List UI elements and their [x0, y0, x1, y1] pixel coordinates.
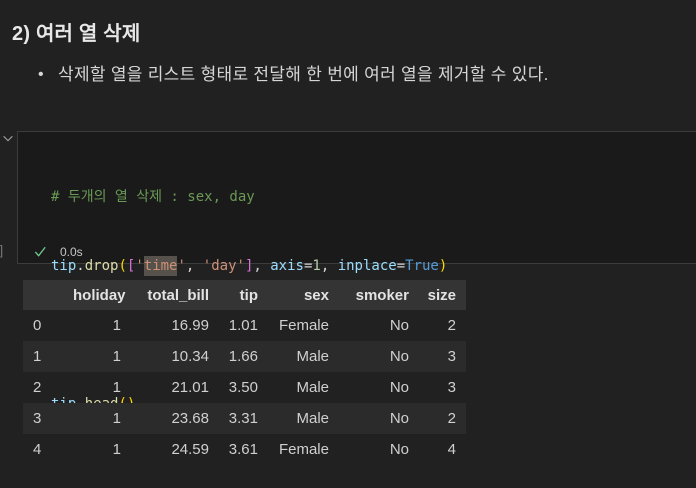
table-cell: No — [389, 410, 409, 427]
row-index: 3 — [33, 410, 42, 427]
code-token: True — [405, 258, 439, 274]
column-header: smoker — [339, 280, 419, 310]
table-cell: 3 — [447, 379, 456, 396]
table-cell: Male — [296, 379, 329, 396]
cell-collapse-chevron-icon[interactable] — [1, 131, 15, 145]
row-index: 2 — [33, 379, 42, 396]
table-cell: 1 — [112, 410, 121, 427]
column-header: holiday — [73, 280, 131, 310]
table-cell: 1 — [112, 317, 121, 334]
code-token: 1 — [312, 258, 321, 274]
table-cell: No — [389, 379, 409, 396]
table-cell: 3.50 — [228, 379, 258, 396]
column-header — [23, 280, 73, 310]
code-token: 'day' — [202, 258, 245, 274]
row-index: 1 — [33, 348, 42, 365]
table-row: 0 1 16.99 1.01 Female No 2 — [23, 310, 466, 341]
code-token: ) — [438, 258, 448, 274]
code-token: ' — [135, 258, 144, 274]
table-row: 1 1 10.34 1.66 Male No 3 — [23, 341, 466, 372]
table-row: 4 1 24.59 3.61 Female No 4 — [23, 434, 466, 465]
table-cell: 10.34 — [171, 348, 209, 365]
table-row: 2 1 21.01 3.50 Male No 3 — [23, 372, 466, 403]
bullet-list-item: • 삭제할 열을 리스트 형태로 전달해 한 번에 여러 열을 제거할 수 있다… — [38, 63, 549, 87]
code-token: , — [320, 258, 338, 274]
table-cell: 21.01 — [171, 379, 209, 396]
code-token: inplace — [337, 258, 397, 274]
column-header: total_bill — [131, 280, 219, 310]
code-line-drop: tip.drop(['time', 'day'], axis=1, inplac… — [51, 255, 689, 278]
table-cell: 3.31 — [228, 410, 258, 427]
bullet-text: 삭제할 열을 리스트 형태로 전달해 한 번에 여러 열을 제거할 수 있다. — [58, 65, 549, 84]
code-token: ' — [177, 258, 186, 274]
table-cell: Female — [278, 441, 329, 458]
code-token: tip — [51, 258, 77, 274]
table-cell: Male — [296, 410, 329, 427]
code-token: axis — [270, 258, 304, 274]
table-header-row: holiday total_bill tip sex smoker size — [23, 280, 466, 310]
code-line-comment: # 두개의 열 삭제 : sex, day — [51, 186, 689, 209]
row-index: 0 — [33, 317, 42, 334]
table-cell: 4 — [447, 441, 456, 458]
table-cell: 2 — [447, 410, 456, 427]
column-header: sex — [268, 280, 339, 310]
code-token: ( — [118, 258, 127, 274]
dataframe-output-table: holiday total_bill tip sex smoker size 0… — [23, 280, 466, 465]
table-cell: 1 — [112, 348, 121, 365]
table-cell: No — [389, 317, 409, 334]
comment-token: # 두개의 열 삭제 : sex, day — [51, 189, 255, 205]
table-cell: 1.01 — [228, 317, 258, 334]
table-cell: 3.61 — [228, 441, 258, 458]
column-header: tip — [219, 280, 268, 310]
bullet-marker: • — [38, 66, 44, 83]
table-cell: No — [389, 441, 409, 458]
execution-duration: 0.0s — [60, 244, 83, 259]
code-token: . — [76, 258, 85, 274]
section-heading: 2) 여러 열 삭제 — [12, 23, 141, 45]
selected-word-highlight: time — [143, 256, 178, 276]
table-cell: 1 — [112, 379, 121, 396]
table-cell: Female — [278, 317, 329, 334]
code-token: drop — [84, 258, 119, 274]
code-token: , — [185, 258, 203, 274]
code-cell: # 두개의 열 삭제 : sex, day tip.drop(['time', … — [17, 131, 696, 412]
table-cell: 24.59 — [171, 441, 209, 458]
code-token: = — [396, 258, 406, 274]
row-index: 4 — [33, 441, 42, 458]
table-cell: 2 — [447, 317, 456, 334]
table-cell: 1.66 — [228, 348, 258, 365]
table-cell: 23.68 — [171, 410, 209, 427]
table-cell: 3 — [447, 348, 456, 365]
execution-count-bracket: ] — [0, 244, 5, 260]
code-token: , — [253, 258, 271, 274]
table-cell: No — [389, 348, 409, 365]
table-row: 3 1 23.68 3.31 Male No 2 — [23, 403, 466, 434]
table-cell: Male — [296, 348, 329, 365]
table-cell: 1 — [112, 441, 121, 458]
table-cell: 16.99 — [171, 317, 209, 334]
cell-status-bar: 0.0s — [33, 244, 83, 259]
success-check-icon — [33, 244, 48, 259]
column-header: size — [419, 280, 466, 310]
